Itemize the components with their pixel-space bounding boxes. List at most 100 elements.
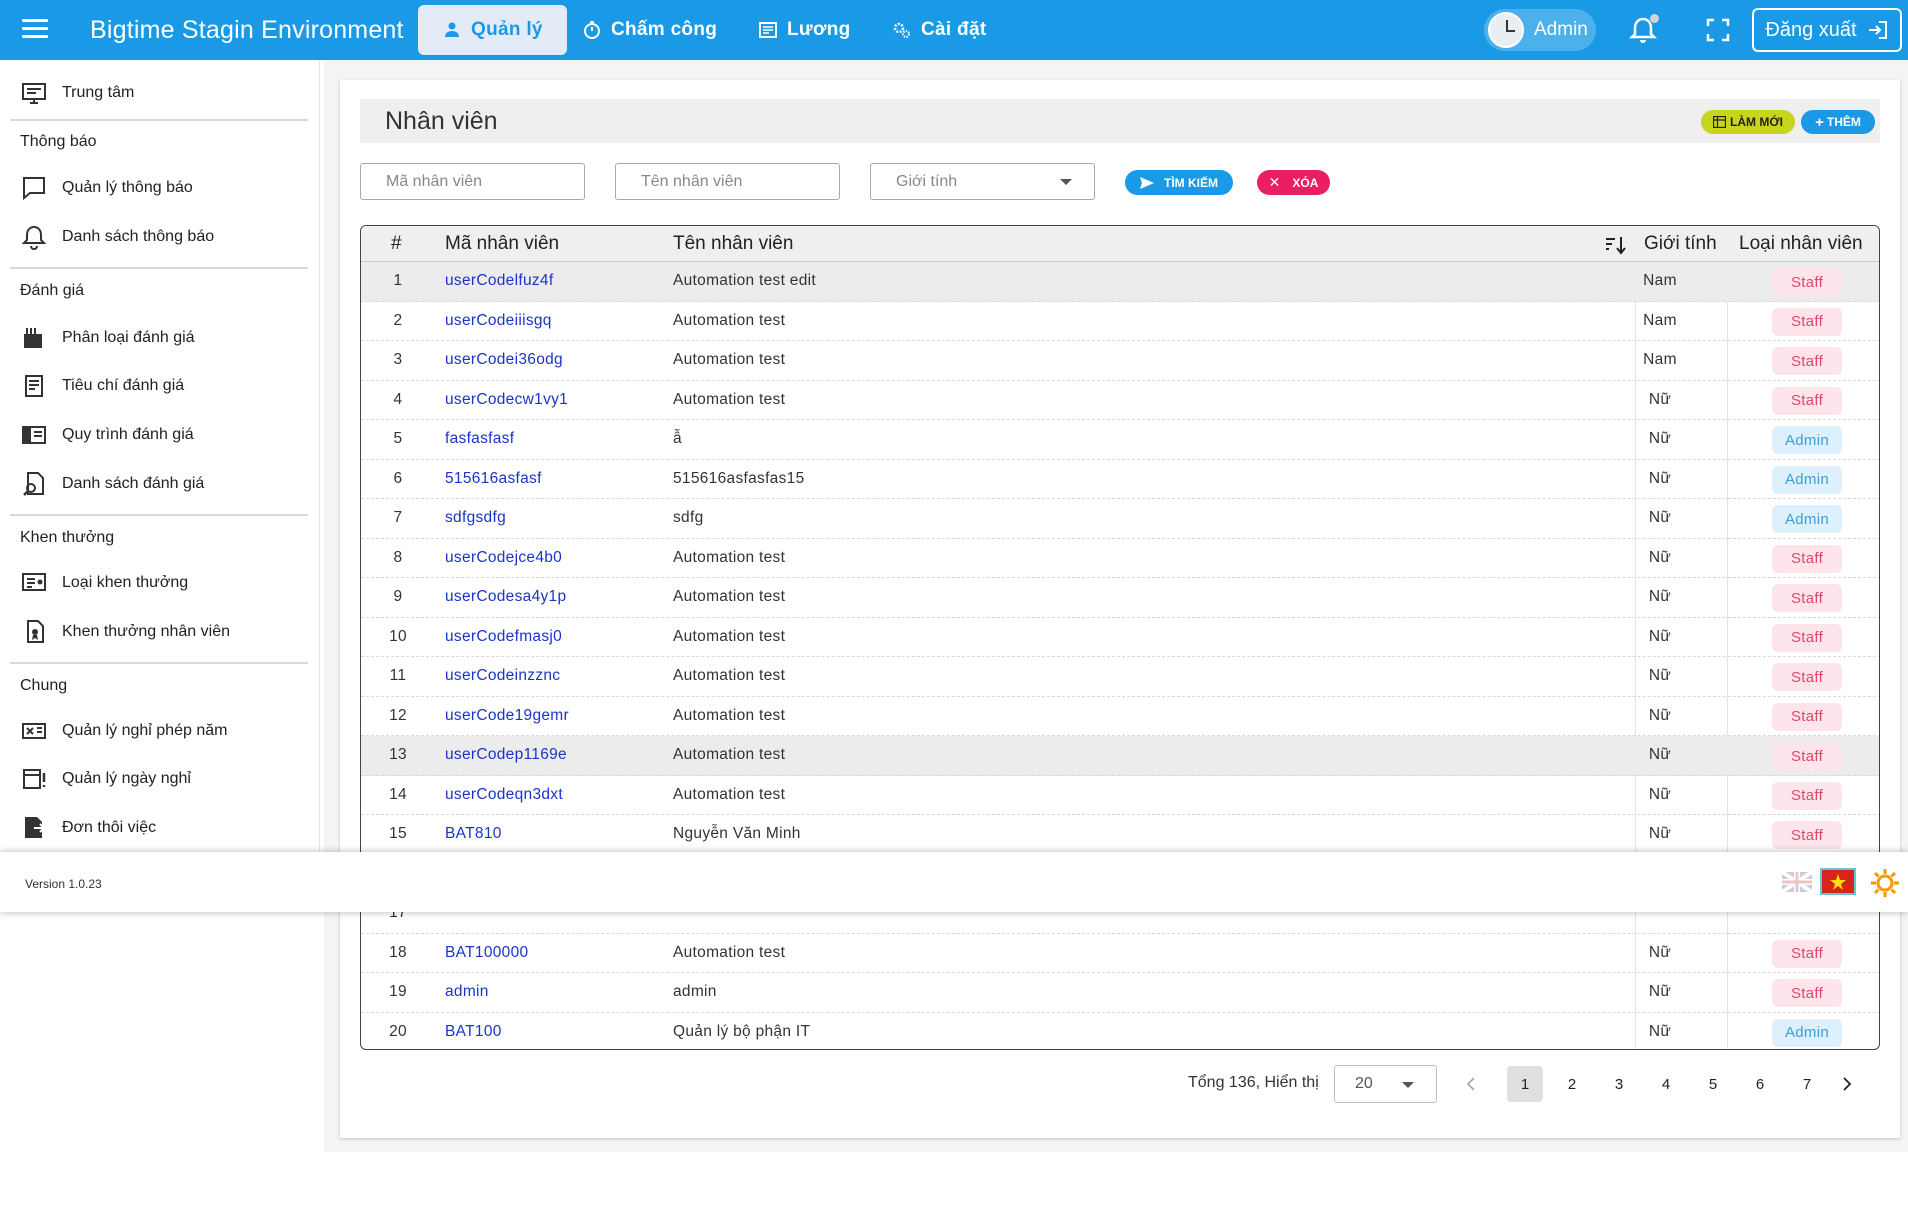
search-button[interactable]: TÌM KIẾM	[1125, 170, 1233, 195]
table-row[interactable]: 20 BAT100 Quản lý bộ phận IT Nữ Admin	[361, 1013, 1879, 1050]
employee-code-link[interactable]: BAT100	[445, 1023, 502, 1041]
employee-code-link[interactable]: BAT810	[445, 825, 502, 843]
nav-quan-ly[interactable]: Quản lý	[418, 5, 567, 55]
page-button[interactable]: 4	[1648, 1066, 1684, 1102]
row-index: 18	[389, 943, 407, 961]
employee-code-link[interactable]: userCodeinzznc	[445, 667, 560, 685]
table-row[interactable]: 15 BAT810 Nguyễn Văn Minh Nữ Staff	[361, 815, 1879, 855]
table-row[interactable]: 14 userCodeqn3dxt Automation test Nữ Staff	[361, 776, 1879, 815]
logout-button[interactable]: Đăng xuất	[1752, 8, 1902, 52]
page-button[interactable]: 6	[1742, 1066, 1778, 1102]
vietnam-flag-icon[interactable]	[1820, 868, 1856, 895]
employee-code-link[interactable]: userCodejce4b0	[445, 549, 562, 567]
employee-code-link[interactable]: userCodelfuz4f	[445, 272, 553, 290]
employee-name-input[interactable]	[615, 163, 840, 200]
employee-name: Automation test	[673, 311, 786, 329]
table-row[interactable]: 19 admin admin Nữ Staff	[361, 973, 1879, 1013]
user-menu[interactable]: Admin	[1484, 9, 1596, 51]
employee-code-link[interactable]: userCode19gemr	[445, 707, 569, 725]
nav-cham-cong[interactable]: Chấm công	[558, 5, 741, 55]
uk-flag-icon[interactable]	[1782, 872, 1812, 892]
gender-select[interactable]: Giới tính	[870, 163, 1095, 200]
employee-gender: Nữ	[1648, 390, 1672, 408]
employee-name: Automation test	[673, 390, 786, 408]
table-row[interactable]: 18 BAT100000 Automation test Nữ Staff	[361, 934, 1879, 973]
table-row[interactable]: 9 userCodesa4y1p Automation test Nữ Staff	[361, 578, 1879, 618]
employee-code-link[interactable]: userCodeiiisgq	[445, 312, 552, 330]
footer-bar: Version 1.0.23	[0, 852, 1908, 912]
bell-outline-icon	[21, 225, 47, 250]
sidebar-item-khen-thuong-nhan-vien[interactable]: Khen thưởng nhân viên	[20, 618, 230, 646]
sidebar-item-tieu-chi-danh-gia[interactable]: Tiêu chí đánh giá	[20, 372, 184, 400]
nav-luong[interactable]: Lương	[734, 5, 875, 55]
column-header-gender[interactable]: Giới tính	[1644, 233, 1717, 255]
employee-type-badge: Staff	[1772, 623, 1842, 652]
sidebar-item-don-thoi-viec[interactable]: Đơn thôi việc	[20, 814, 156, 842]
sun-theme-icon[interactable]	[1870, 868, 1900, 898]
employee-code-link[interactable]: userCodefmasj0	[445, 628, 562, 646]
employee-code-link[interactable]: 515616asfasf	[445, 470, 542, 488]
table-row[interactable]: 7 sdfgsdfg sdfg Nữ Admin	[361, 499, 1879, 539]
sidebar-item-loai-khen-thuong[interactable]: Loại khen thưởng	[20, 569, 188, 597]
table-row[interactable]: 3 userCodei36odg Automation test Nam Staff	[361, 341, 1879, 381]
column-header-type[interactable]: Loại nhân viên	[1739, 233, 1863, 255]
employee-code-link[interactable]: userCodep1169e	[445, 746, 567, 764]
nav-cai-dat[interactable]: Cài đặt	[868, 5, 1010, 55]
employee-type-badge: Staff	[1772, 702, 1842, 731]
table-row[interactable]: 12 userCode19gemr Automation test Nữ Staff	[361, 697, 1879, 736]
employee-code-link[interactable]: userCodeqn3dxt	[445, 786, 563, 804]
sidebar-item-quan-ly-ngay-nghi[interactable]: Quản lý ngày nghỉ	[20, 765, 191, 793]
sidebar-item-danh-sach-danh-gia[interactable]: Danh sách đánh giá	[20, 470, 204, 498]
message-icon	[23, 177, 45, 201]
employee-code-link[interactable]: userCodecw1vy1	[445, 391, 568, 409]
column-header-code[interactable]: Mã nhân viên	[445, 233, 559, 255]
employee-code-link[interactable]: BAT100000	[445, 944, 528, 962]
nav-label: Lương	[787, 19, 851, 40]
page-button[interactable]: 3	[1601, 1066, 1637, 1102]
table-row[interactable]: 13 userCodep1169e Automation test Nữ Staff	[361, 736, 1879, 776]
column-header-name[interactable]: Tên nhân viên	[673, 233, 793, 255]
page-button[interactable]: 1	[1507, 1066, 1543, 1102]
sidebar-item-quan-ly-thong-bao[interactable]: Quản lý thông báo	[20, 174, 193, 202]
menu-icon[interactable]	[22, 19, 48, 39]
employee-code-link[interactable]: fasfasfasf	[445, 430, 514, 448]
table-row[interactable]: 1 userCodelfuz4f Automation test edit Nam St…	[361, 262, 1879, 302]
page-button[interactable]: 5	[1695, 1066, 1731, 1102]
employee-code-input[interactable]	[360, 163, 585, 200]
table-row[interactable]: 4 userCodecw1vy1 Automation test Nữ Staff	[361, 381, 1879, 420]
employee-code-link[interactable]: admin	[445, 983, 489, 1001]
refresh-button[interactable]: LÀM MỚI	[1701, 110, 1795, 134]
sort-descending-icon[interactable]	[1604, 235, 1626, 255]
table-row[interactable]: 10 userCodefmasj0 Automation test Nữ Staff	[361, 618, 1879, 657]
clear-button[interactable]: ✕ XÓA	[1257, 170, 1330, 195]
employee-code-link[interactable]: userCodei36odg	[445, 351, 563, 369]
table-row[interactable]: 5 fasfasfasf ẫ Nữ Admin	[361, 420, 1879, 460]
table-row[interactable]: 8 userCodejce4b0 Automation test Nữ Staff	[361, 539, 1879, 578]
employee-name: ẫ	[673, 430, 682, 447]
employee-gender: Nữ	[1648, 588, 1672, 605]
sidebar-item-quy-trinh-danh-gia[interactable]: Quy trình đánh giá	[20, 421, 194, 449]
sidebar-item-label: Quản lý ngày nghỉ	[62, 770, 191, 787]
sidebar-item-trung-tam[interactable]: Trung tâm	[20, 79, 134, 107]
fullscreen-icon[interactable]	[1705, 17, 1731, 43]
sidebar-item-phan-loai-danh-gia[interactable]: Phân loại đánh giá	[20, 324, 195, 352]
employee-name: Automation test	[673, 943, 786, 961]
page-size-select[interactable]: 20	[1334, 1065, 1437, 1103]
table-row[interactable]: 6 515616asfasf 515616asfasfas15 Nữ Admin	[361, 460, 1879, 499]
employee-type-badge: Staff	[1772, 939, 1842, 968]
page-button[interactable]: 7	[1789, 1066, 1825, 1102]
employee-code-link[interactable]: sdfgsdfg	[445, 509, 506, 527]
employee-name: Automation test	[673, 706, 786, 724]
sidebar-item-danh-sach-thong-bao[interactable]: Danh sách thông báo	[20, 223, 214, 251]
prev-page-button[interactable]	[1453, 1066, 1489, 1102]
table-row[interactable]: 11 userCodeinzznc Automation test Nữ Staff	[361, 657, 1879, 697]
employee-code-link[interactable]: userCodesa4y1p	[445, 588, 566, 606]
sidebar-item-quan-ly-nghi-phep-nam[interactable]: Quản lý nghỉ phép năm	[20, 717, 227, 745]
sidebar-divider	[10, 267, 308, 269]
employee-type-badge: Admin	[1772, 426, 1842, 454]
ticket-icon	[22, 723, 46, 739]
add-button[interactable]: + THÊM	[1801, 110, 1875, 134]
next-page-button[interactable]	[1829, 1066, 1865, 1102]
page-button[interactable]: 2	[1554, 1066, 1590, 1102]
table-row[interactable]: 2 userCodeiiisgq Automation test Nam Staff	[361, 302, 1879, 341]
